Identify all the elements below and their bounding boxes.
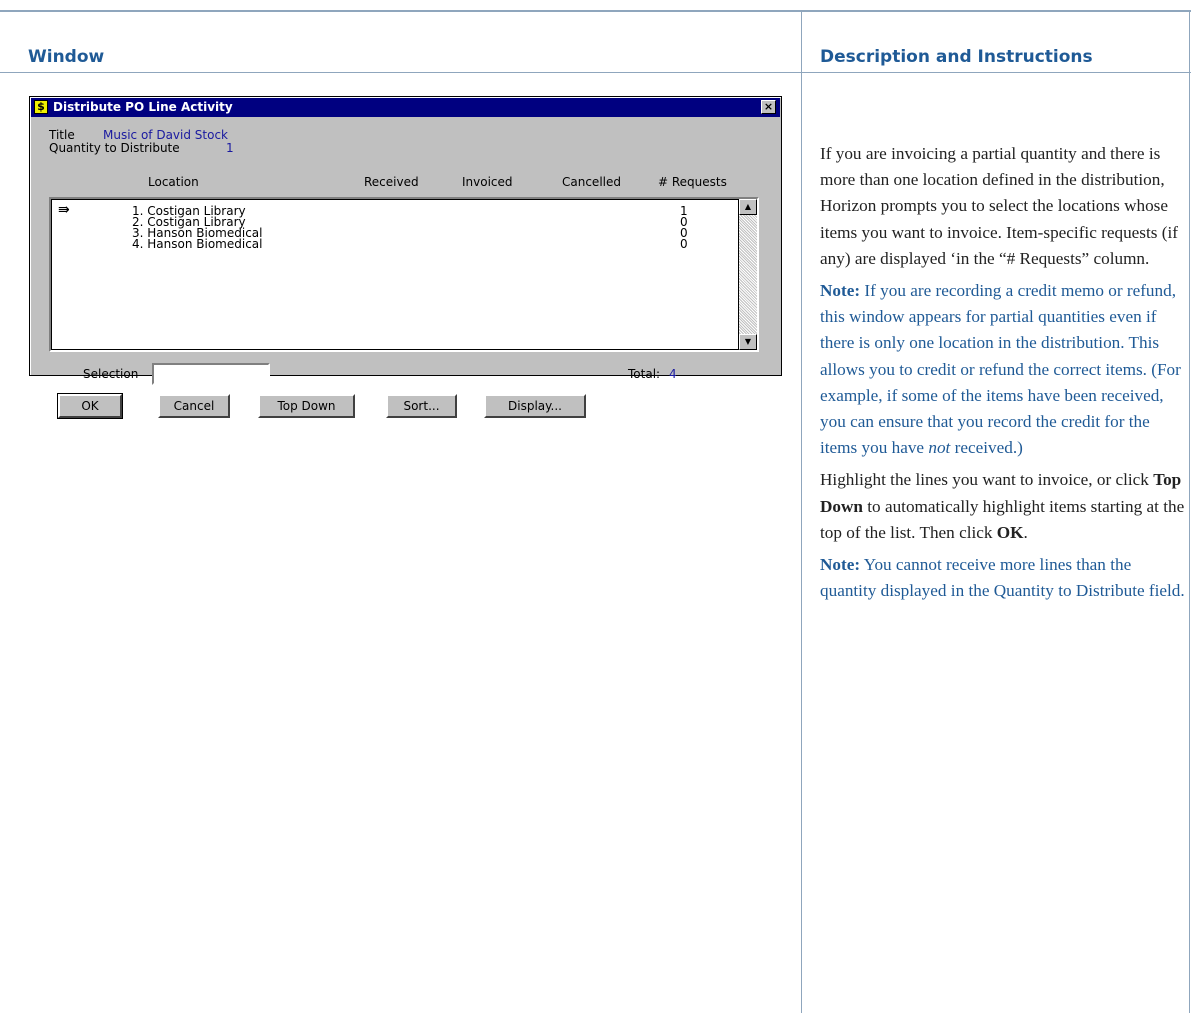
total-value: 4 bbox=[669, 367, 677, 381]
list-item[interactable]: 4. Hanson Biomedical 0 bbox=[52, 238, 720, 250]
note-label: Note: bbox=[820, 281, 861, 301]
scroll-down-icon[interactable]: ▼ bbox=[739, 334, 757, 350]
intro-paragraph: If you are invoicing a partial quantity … bbox=[820, 144, 1178, 268]
sort-button[interactable]: Sort... bbox=[386, 394, 457, 418]
table-top-border bbox=[0, 10, 1191, 12]
title-label: Title bbox=[49, 128, 75, 142]
selection-label: Selection bbox=[83, 367, 139, 381]
dialog-title: Distribute PO Line Activity bbox=[53, 100, 233, 114]
vertical-scrollbar[interactable]: ▲ ▼ bbox=[739, 199, 757, 350]
current-row-arrow-icon: ⇛ bbox=[58, 202, 70, 218]
column-header-cancelled: Cancelled bbox=[562, 175, 621, 189]
title-value: Music of David Stock bbox=[103, 128, 229, 142]
location-list[interactable]: ⇛ 1. Costigan Library 1 2. Costigan Libr… bbox=[49, 197, 759, 352]
ok-reference: OK bbox=[996, 522, 1024, 542]
selection-input[interactable] bbox=[152, 363, 270, 385]
description-column-header: Description and Instructions bbox=[820, 47, 1093, 67]
column-header-invoiced: Invoiced bbox=[462, 175, 513, 189]
quantity-label: Quantity to Distribute bbox=[49, 141, 180, 155]
note-text: You cannot receive more lines than the q… bbox=[820, 555, 1185, 601]
top-down-button[interactable]: Top Down bbox=[258, 394, 355, 418]
note-label: Note: bbox=[820, 555, 861, 575]
window-column-header: Window bbox=[28, 47, 105, 67]
requests-count: 0 bbox=[680, 237, 688, 251]
dollar-icon: $ bbox=[34, 100, 48, 114]
quantity-note: Note: You cannot receive more lines than… bbox=[820, 552, 1190, 604]
instructions-paragraph: Highlight the lines you want to invoice,… bbox=[820, 467, 1190, 546]
scroll-up-icon[interactable]: ▲ bbox=[739, 199, 757, 215]
column-header-received: Received bbox=[364, 175, 419, 189]
column-divider bbox=[801, 10, 802, 1013]
column-header-location: Location bbox=[148, 175, 199, 189]
column-header-requests: # Requests bbox=[658, 175, 727, 189]
location-name: 4. Hanson Biomedical bbox=[132, 237, 263, 251]
display-button[interactable]: Display... bbox=[484, 394, 586, 418]
instructions-text: Highlight the lines you want to invoice,… bbox=[820, 470, 1154, 490]
credit-memo-note: Note: If you are recording a credit memo… bbox=[820, 278, 1190, 461]
total-label: Total: bbox=[628, 367, 661, 381]
instructions-text: . bbox=[1023, 522, 1028, 542]
note-text-end: received.) bbox=[950, 438, 1023, 458]
note-text: If you are recording a credit memo or re… bbox=[820, 281, 1181, 458]
cancel-button[interactable]: Cancel bbox=[158, 394, 230, 418]
dialog-titlebar[interactable]: $ Distribute PO Line Activity × bbox=[31, 98, 780, 117]
ok-button[interactable]: OK bbox=[57, 393, 123, 419]
close-icon[interactable]: × bbox=[761, 100, 776, 114]
header-bottom-border bbox=[0, 72, 1191, 73]
location-list-body: ⇛ 1. Costigan Library 1 2. Costigan Libr… bbox=[51, 199, 739, 350]
description-column: If you are invoicing a partial quantity … bbox=[820, 141, 1190, 604]
quantity-value: 1 bbox=[226, 141, 234, 155]
note-emphasis: not bbox=[928, 438, 951, 458]
distribute-po-line-activity-dialog: $ Distribute PO Line Activity × Title Mu… bbox=[29, 96, 782, 419]
